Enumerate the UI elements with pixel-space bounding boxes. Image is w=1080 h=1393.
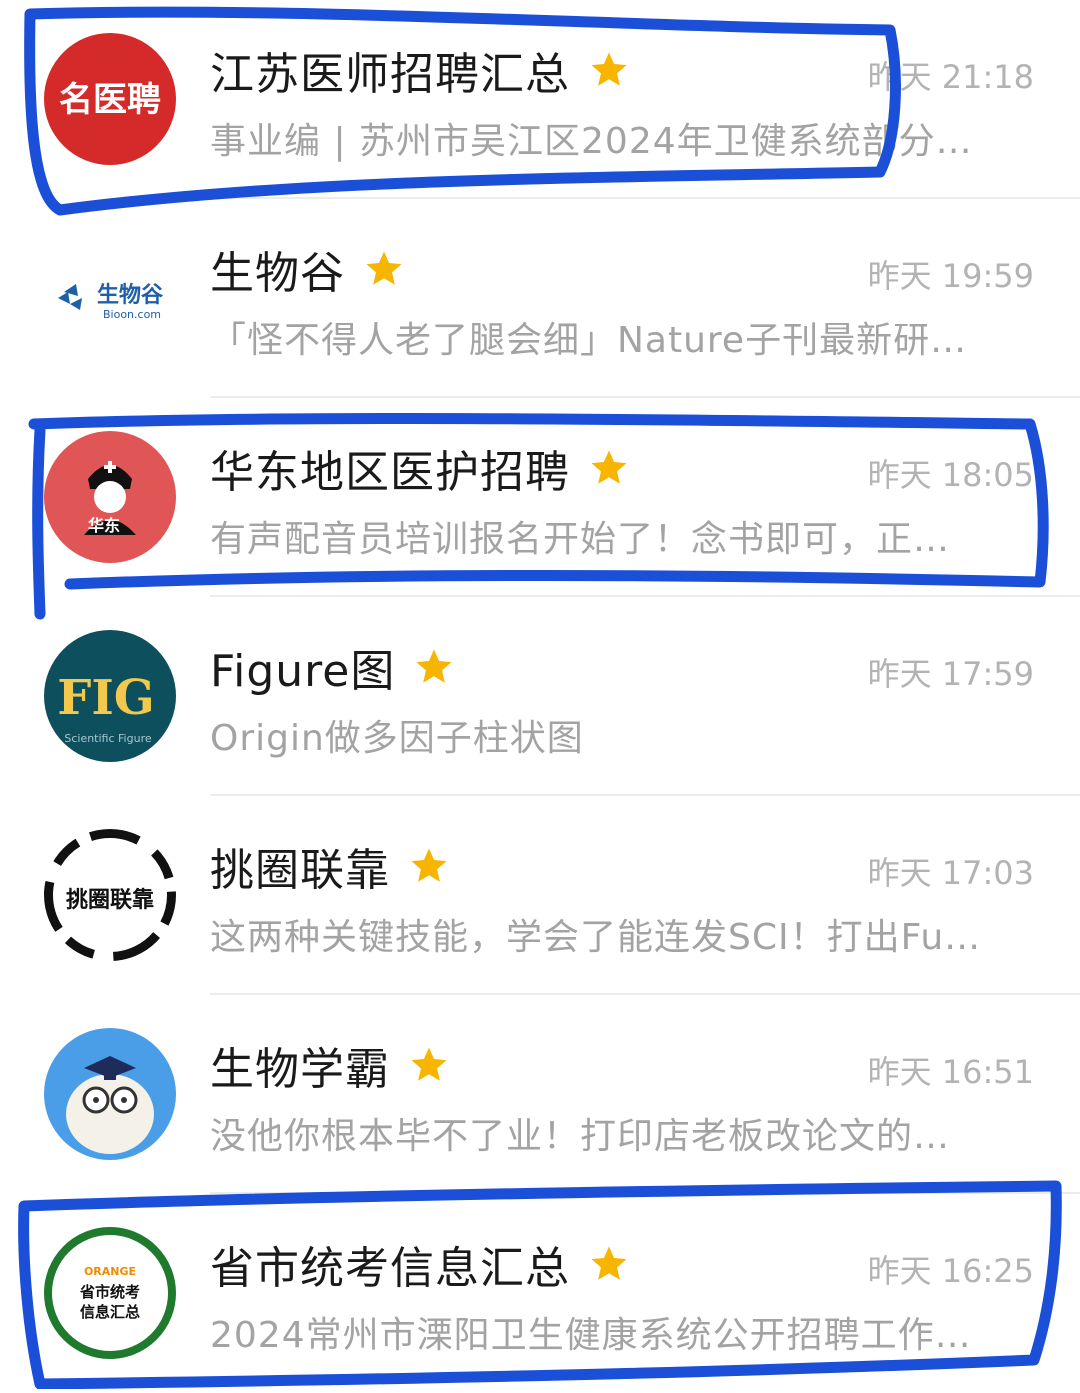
star-icon	[588, 49, 630, 91]
account-name: 生物谷	[210, 248, 345, 299]
avatar: FIG Scientific Figure	[44, 630, 176, 762]
avatar-logo-text: 挑圈联靠	[66, 887, 154, 913]
timestamp: 昨天 18:05	[867, 456, 1034, 494]
avatar-logo-subtext: ORANGE	[84, 1265, 136, 1278]
timestamp: 昨天 17:59	[867, 655, 1034, 693]
avatar-logo-subtext: Bioon.com	[103, 308, 161, 321]
list-item[interactable]: 生物学霸 昨天 16:51 没他你根本毕不了业！打印店老板改论文的…	[0, 995, 1080, 1194]
timestamp: 昨天 16:25	[867, 1252, 1034, 1290]
account-name: 省市统考信息汇总	[210, 1243, 570, 1294]
account-name: 挑圈联靠	[210, 845, 390, 896]
account-name: 生物学霸	[210, 1044, 390, 1095]
account-name: 江苏医师招聘汇总	[210, 49, 570, 100]
star-icon	[408, 845, 450, 887]
avatar-logo-text: FIG	[57, 670, 155, 726]
avatar: 挑圈联靠	[44, 829, 176, 961]
avatar-logo-text: 华东	[88, 516, 120, 535]
timestamp: 昨天 16:51	[867, 1053, 1034, 1091]
avatar: 名医聘	[44, 33, 176, 165]
list-item[interactable]: ORANGE 省市统考 信息汇总 省市统考信息汇总 昨天 16:25 2024常…	[0, 1194, 1080, 1393]
avatar-logo-text-line1: 省市统考	[79, 1283, 140, 1301]
timestamp: 昨天 19:59	[867, 257, 1034, 295]
list-item[interactable]: 华东 华东地区医护招聘 昨天 18:05 有声配音员培训报名开始了！念书即可，正…	[0, 398, 1080, 597]
account-name: Figure图	[210, 646, 396, 697]
star-icon	[588, 447, 630, 489]
avatar: 华东	[44, 431, 176, 563]
star-icon	[408, 1044, 450, 1086]
sheep-scholar-icon	[66, 1056, 154, 1154]
avatar: ORANGE 省市统考 信息汇总	[44, 1227, 176, 1359]
avatar-logo-text: 生物谷	[97, 282, 164, 308]
avatar: 生物谷 Bioon.com	[44, 232, 176, 364]
message-preview: Origin做多因子柱状图	[210, 718, 584, 759]
subscription-list: 名医聘 江苏医师招聘汇总 昨天 21:18 事业编 | 苏州市吴江区2024年卫…	[0, 0, 1080, 1389]
list-item[interactable]: 生物谷 Bioon.com 生物谷 昨天 19:59 「怪不得人老了腿会细」Na…	[0, 199, 1080, 398]
message-preview: 有声配音员培训报名开始了！念书即可，正…	[210, 519, 951, 560]
message-preview: 没他你根本毕不了业！打印店老板改论文的…	[210, 1116, 951, 1157]
avatar-logo-text: 名医聘	[59, 80, 161, 120]
star-icon	[413, 646, 455, 688]
message-preview: 「怪不得人老了腿会细」Nature子刊最新研…	[210, 320, 968, 361]
star-icon	[588, 1243, 630, 1285]
timestamp: 昨天 17:03	[867, 854, 1034, 892]
message-preview: 事业编 | 苏州市吴江区2024年卫健系统部分…	[210, 121, 973, 162]
list-item[interactable]: 名医聘 江苏医师招聘汇总 昨天 21:18 事业编 | 苏州市吴江区2024年卫…	[0, 0, 1080, 199]
account-name: 华东地区医护招聘	[210, 447, 570, 498]
avatar-logo-subtext: Scientific Figure	[64, 732, 151, 745]
list-item[interactable]: 挑圈联靠 挑圈联靠 昨天 17:03 这两种关键技能，学会了能连发SCI！打出F…	[0, 796, 1080, 995]
star-icon	[363, 248, 405, 290]
list-item[interactable]: FIG Scientific Figure Figure图 昨天 17:59 O…	[0, 597, 1080, 796]
timestamp: 昨天 21:18	[867, 58, 1034, 96]
avatar-logo-text-line2: 信息汇总	[80, 1303, 140, 1321]
pinwheel-icon	[58, 284, 82, 310]
avatar	[44, 1028, 176, 1160]
message-preview: 2024常州市溧阳卫生健康系统公开招聘工作…	[210, 1315, 972, 1356]
message-preview: 这两种关键技能，学会了能连发SCI！打出Fu…	[210, 917, 982, 958]
